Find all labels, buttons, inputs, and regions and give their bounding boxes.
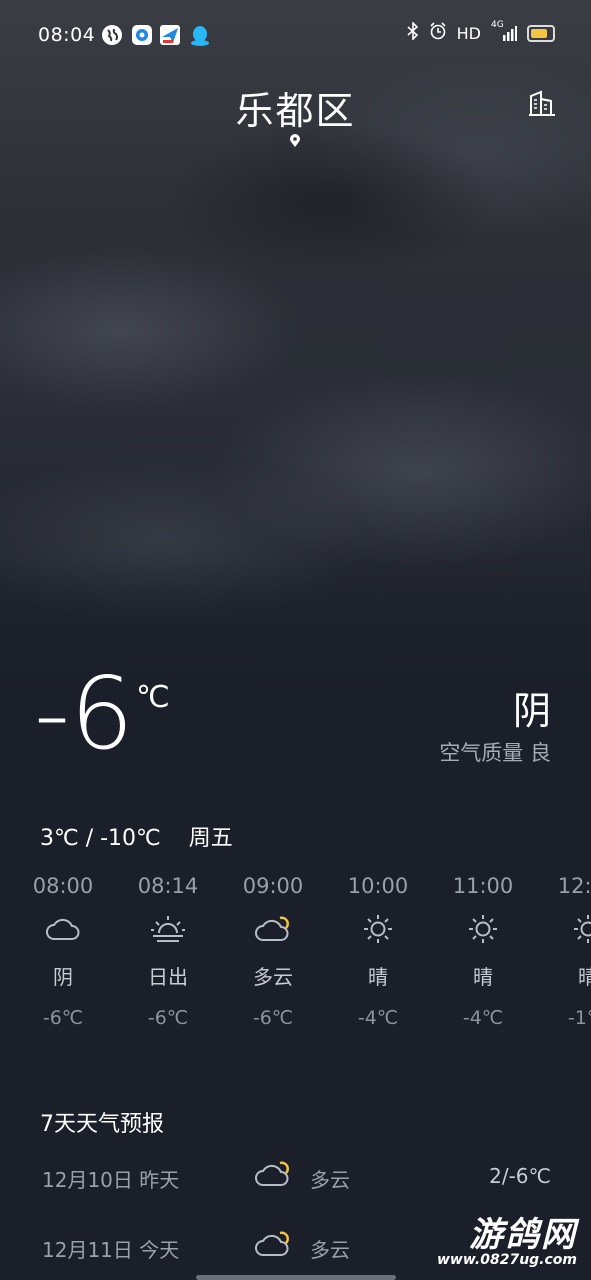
globe-icon: [102, 25, 122, 45]
battery-icon: [527, 24, 555, 42]
partly-cloudy-icon: [254, 1228, 292, 1264]
forecast-row[interactable]: 12月10日 昨天 多云 2/-6℃: [0, 1152, 591, 1202]
hourly-item: 08:00 阴 -6℃: [8, 866, 118, 1038]
forecast-temperature: 2/-6℃: [489, 1164, 551, 1188]
hourly-item: 10:00 晴 -4℃: [323, 866, 433, 1038]
sun-icon: [467, 913, 499, 949]
hour-condition: 晴: [473, 965, 493, 989]
weekday: 周五: [188, 826, 233, 851]
forecast-condition: 多云: [310, 1168, 350, 1192]
hour-time: 11:00: [452, 874, 514, 898]
hour-time: 09:00: [242, 874, 304, 898]
hour-temperature: -6℃: [252, 1007, 294, 1029]
hour-temperature: -4℃: [357, 1007, 399, 1029]
hour-time: 10:00: [347, 874, 409, 898]
range-value: 3℃ / -10℃: [40, 826, 161, 851]
temperature-range: 3℃ / -10℃ 周五: [40, 820, 233, 852]
hourly-item: 11:00 晴 -4℃: [428, 866, 538, 1038]
hourly-item: 08:14 日出 -6℃: [113, 866, 223, 1038]
location-pin-icon: [289, 133, 301, 147]
status-bar: 08:04 HD 4G: [0, 0, 591, 72]
hour-condition: 晴: [368, 965, 388, 989]
watermark-logo: 游鸽网: [469, 1215, 577, 1255]
watermark-url: www.0827ug.com: [437, 1252, 577, 1268]
forecast-date: 12月10日 昨天: [42, 1168, 180, 1192]
current-temperature: -6: [34, 655, 134, 772]
current-condition: 阴: [512, 689, 551, 733]
hour-time: 12:00: [557, 874, 591, 898]
hour-time: 08:14: [137, 874, 199, 898]
forecast-date: 12月11日 今天: [42, 1238, 180, 1262]
hourly-item: 09:00 多云 -6℃: [218, 866, 328, 1038]
hour-temperature: -6℃: [147, 1007, 189, 1029]
sun-icon: [362, 913, 394, 949]
hour-temperature: -4℃: [462, 1007, 504, 1029]
sunrise-icon: [150, 914, 186, 948]
hour-condition: 多云: [253, 965, 293, 989]
hourly-item: 12:00 晴 -1℃: [533, 866, 591, 1038]
sun-icon: [572, 913, 591, 949]
temperature-unit: ℃: [136, 680, 170, 715]
hour-condition: 阴: [53, 965, 73, 989]
hour-temperature: -6℃: [42, 1007, 84, 1029]
hour-time: 08:00: [32, 874, 94, 898]
hourly-forecast[interactable]: 08:00 阴 -6℃ 08:14 日出 -6℃ 09:00 多云 -6℃ 10…: [8, 866, 591, 1046]
air-quality[interactable]: 空气质量 良: [439, 737, 551, 767]
hour-temperature: -1℃: [567, 1007, 591, 1029]
forecast-title: 7天天气预报: [40, 1112, 164, 1137]
status-time: 08:04: [38, 24, 96, 46]
watermark: 游鸽网 www.0827ug.com: [437, 1218, 577, 1268]
hour-condition: 晴: [578, 965, 591, 989]
bluetooth-icon: [407, 21, 419, 44]
qq-icon: [190, 25, 210, 46]
city-name[interactable]: 乐都区: [0, 80, 591, 135]
hour-condition: 日出: [148, 965, 188, 989]
forecast-condition: 多云: [310, 1238, 350, 1262]
signal-icon: 4G: [491, 20, 517, 42]
alarm-icon: [429, 22, 447, 44]
partly-cloudy-icon: [254, 914, 292, 948]
home-indicator[interactable]: [196, 1275, 396, 1280]
cloud-icon: [45, 915, 81, 947]
city-manage-icon[interactable]: [527, 88, 557, 118]
app-notification-icon: [132, 25, 152, 45]
hd-indicator: HD: [456, 23, 481, 43]
partly-cloudy-icon: [254, 1158, 292, 1194]
send-app-icon: [160, 25, 180, 45]
